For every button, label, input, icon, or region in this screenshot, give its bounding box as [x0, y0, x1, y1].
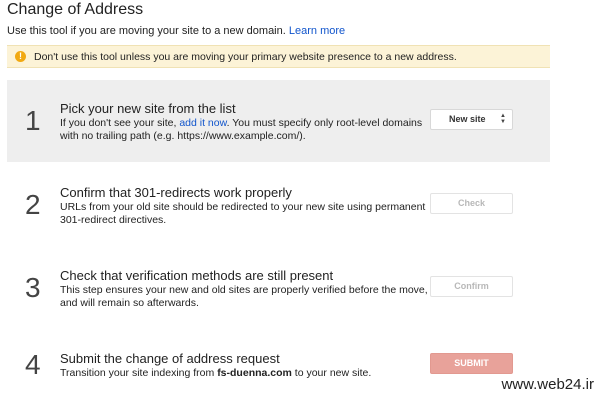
step-description: This step ensures your new and old sites…	[60, 284, 428, 309]
step-desc-before: If you don't see your site,	[60, 117, 177, 129]
step-number: 2	[25, 189, 41, 220]
step-number: 4	[25, 349, 41, 380]
step-description: If you don't see your site, add it now. …	[60, 117, 428, 143]
warning-banner: ! Don't use this tool unless you are mov…	[7, 45, 550, 68]
learn-more-link[interactable]: Learn more	[289, 25, 345, 37]
check-button[interactable]: Check	[430, 193, 513, 214]
step-1: 1 Pick your new site from the list If yo…	[7, 80, 550, 162]
intro-description: Use this tool if you are moving your sit…	[7, 25, 286, 37]
step-2: 2 Confirm that 301-redirects work proper…	[7, 163, 550, 245]
exclamation-icon: !	[15, 51, 26, 62]
step-description: Transition your site indexing from fs-du…	[60, 367, 428, 380]
intro-text: Use this tool if you are moving your sit…	[7, 25, 345, 37]
new-site-select[interactable]: New site ▲ ▼	[430, 109, 513, 130]
up-down-arrows-icon: ▲ ▼	[500, 113, 506, 125]
step-title: Confirm that 301-redirects work properly	[60, 185, 292, 200]
confirm-button[interactable]: Confirm	[430, 276, 513, 297]
step-number: 3	[25, 272, 41, 303]
step-4: 4 Submit the change of address request T…	[7, 330, 550, 390]
page-title: Change of Address	[7, 1, 144, 18]
step-3: 3 Check that verification methods are st…	[7, 246, 550, 328]
step-title: Pick your new site from the list	[60, 101, 236, 116]
step-title: Submit the change of address request	[60, 351, 280, 366]
step-desc-before: Transition your site indexing from	[60, 367, 215, 379]
step-description: URLs from your old site should be redire…	[60, 201, 426, 226]
step-desc-after: to your new site.	[294, 367, 372, 379]
new-site-select-label: New site	[449, 114, 486, 124]
step-number: 1	[25, 105, 41, 136]
submit-button[interactable]: SUBMIT	[430, 353, 513, 374]
old-domain: fs-duenna.com	[217, 367, 292, 379]
add-site-link[interactable]: add it now	[179, 117, 226, 129]
watermark: www.web24.ir	[501, 376, 594, 393]
warning-text: Don't use this tool unless you are movin…	[34, 51, 457, 63]
step-title: Check that verification methods are stil…	[60, 268, 334, 283]
